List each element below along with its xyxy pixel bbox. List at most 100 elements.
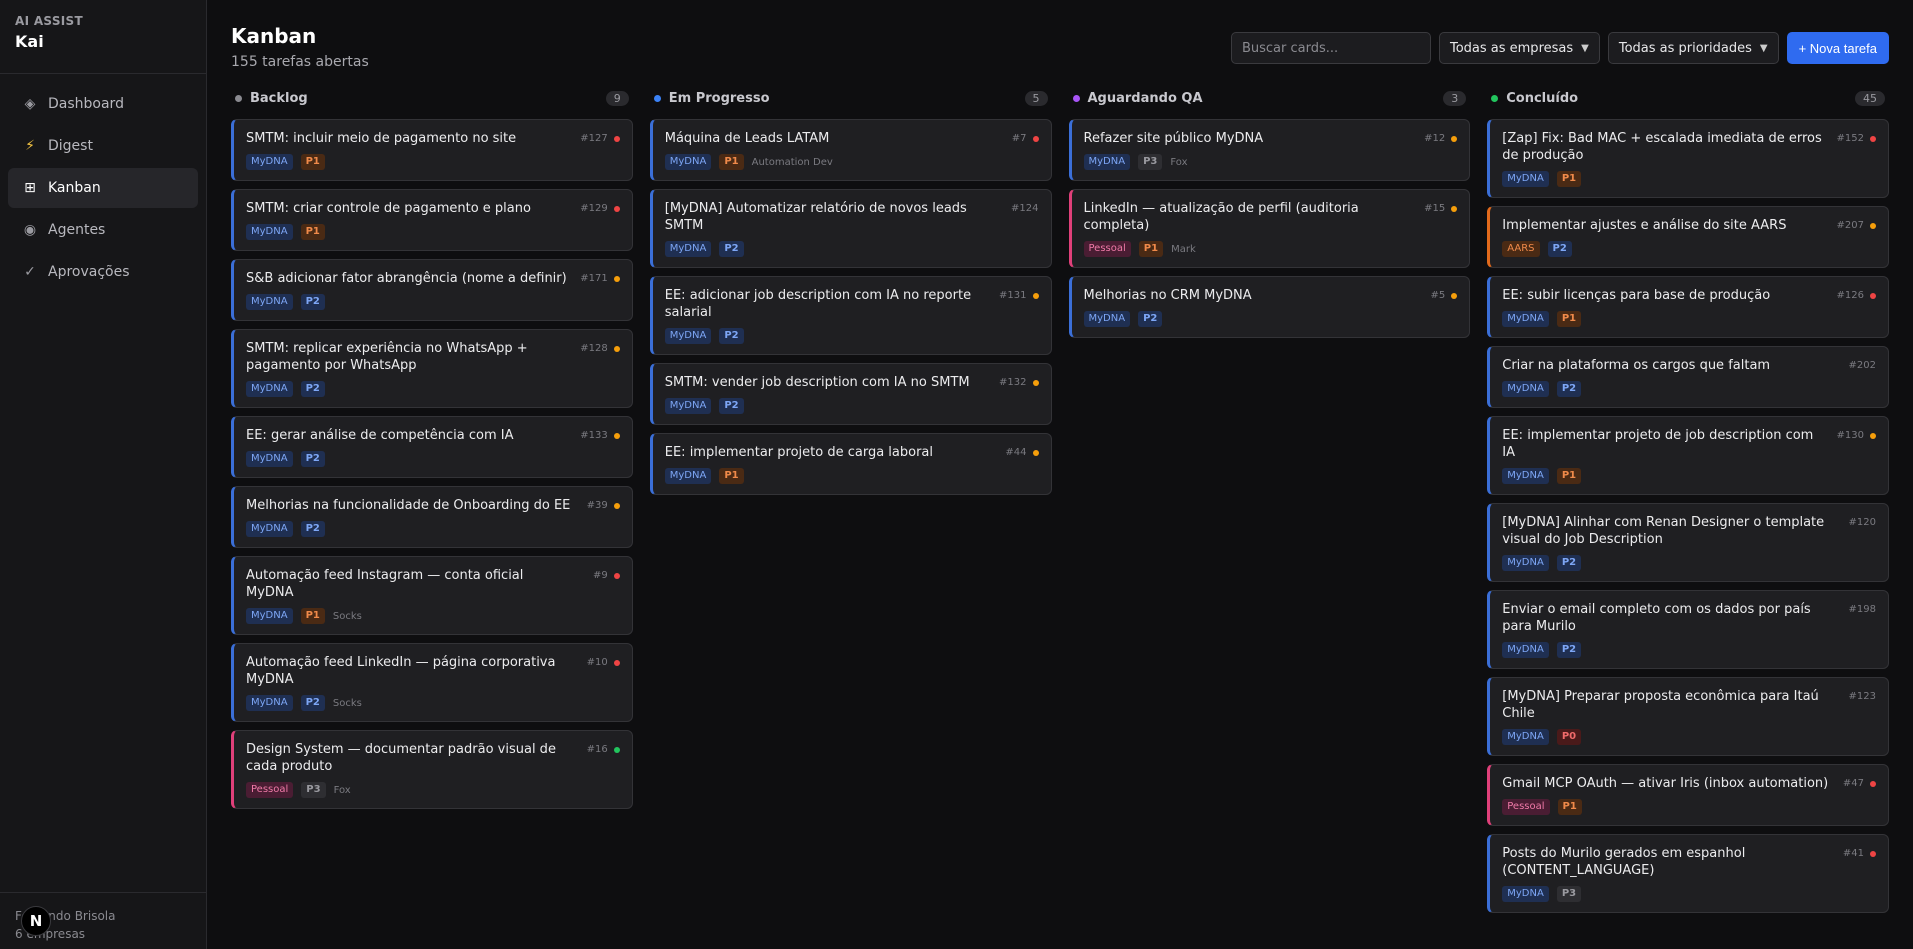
n-badge-icon[interactable]: N [21, 906, 51, 936]
card-id: #15 [1424, 203, 1446, 214]
column-count-badge: 3 [1443, 90, 1467, 106]
task-card[interactable]: [MyDNA] Alinhar com Renan Designer o tem… [1487, 503, 1889, 582]
brand-name: Kai [15, 32, 44, 51]
card-meta: #133 [580, 430, 620, 441]
task-card[interactable]: Criar na plataforma os cargos que faltam… [1487, 346, 1889, 408]
task-card[interactable]: Melhorias na funcionalidade de Onboardin… [231, 486, 633, 548]
card-meta: #39 [587, 500, 620, 511]
card-id: #198 [1848, 604, 1876, 615]
sidebar: AI ASSIST Kai ◈ Dashboard ⚡ Digest ⊞ Kanban ◉ A… [0, 0, 207, 949]
company-tag: MyDNA [664, 398, 712, 414]
priority-tag: P2 [1556, 642, 1582, 658]
company-filter-select[interactable]: Todas as empresas ▼ [1438, 32, 1600, 64]
priority-tag: P2 [1547, 241, 1572, 257]
card-title: LinkedIn — atualização de perfil (audito… [1083, 201, 1359, 233]
sidebar-item-digest[interactable]: ⚡ Digest [8, 126, 198, 166]
company-filter-value: Todas as empresas [1449, 40, 1574, 56]
card-meta: #5 [1431, 290, 1458, 301]
priority-tag: P1 [300, 154, 325, 170]
card-title: [Zap] Fix: Bad MAC + escalada imediata d… [1502, 131, 1822, 163]
task-card[interactable]: S&B adicionar fator abrangência (nome a … [231, 259, 633, 321]
task-card[interactable]: Implementar ajustes e análise do site AA… [1487, 206, 1889, 268]
priority-tag: P2 [300, 381, 325, 397]
column-title: Concluído [1506, 90, 1579, 106]
task-card[interactable]: SMTM: vender job description com IA no S… [649, 363, 1052, 425]
priority-dot-icon [613, 205, 620, 212]
task-card[interactable]: SMTM: criar controle de pagamento e plan… [231, 189, 633, 251]
priority-dot-icon [1870, 780, 1876, 787]
card-meta: #152 [1837, 133, 1876, 144]
sidebar-item-label: Kanban [48, 180, 101, 196]
task-card[interactable]: [MyDNA] Automatizar relatório de novos l… [649, 189, 1052, 268]
task-card[interactable]: Design System — documentar padrão visual… [231, 730, 633, 809]
company-tag: Pessoal [246, 782, 294, 798]
card-id: #127 [580, 133, 608, 144]
card-tags: MyDNA P2 [664, 398, 1039, 414]
column-count-badge: 9 [605, 90, 629, 106]
card-id: #5 [1430, 290, 1446, 301]
company-tag: MyDNA [1502, 886, 1549, 902]
new-task-button[interactable]: + Nova tarefa [1786, 32, 1889, 64]
sidebar-item-aprovações[interactable]: ✓ Aprovações [8, 252, 198, 292]
task-card[interactable]: EE: gerar análise de competência com IA #… [231, 416, 633, 478]
priority-tag: P1 [1138, 241, 1164, 257]
task-card[interactable]: LinkedIn — atualização de perfil (audito… [1068, 189, 1471, 268]
task-card[interactable]: EE: implementar projeto de job descripti… [1487, 416, 1889, 495]
task-card[interactable]: Melhorias no CRM MyDNA #5 MyDNA P2 [1068, 276, 1471, 338]
sidebar-item-kanban[interactable]: ⊞ Kanban [8, 168, 198, 208]
column-count-badge: 45 [1855, 90, 1885, 106]
priority-dot-icon [1870, 135, 1876, 142]
card-id: #129 [580, 203, 608, 214]
task-card[interactable]: [MyDNA] Preparar proposta econômica para… [1487, 677, 1889, 756]
task-card[interactable]: EE: subir licenças para base de produção… [1487, 276, 1889, 338]
card-title: EE: implementar projeto de job descripti… [1502, 428, 1814, 460]
priority-dot-icon [613, 135, 620, 142]
priority-dot-icon [1032, 379, 1039, 386]
priority-filter-select[interactable]: Todas as prioridades ▼ [1607, 32, 1779, 64]
kanban-column: Em Progresso 5 Máquina de Leads LATAM #7 MyD… [649, 87, 1052, 921]
sidebar-item-dashboard[interactable]: ◈ Dashboard [8, 84, 198, 124]
task-card[interactable]: EE: adicionar job description com IA no … [649, 276, 1052, 355]
card-meta: #123 [1849, 691, 1876, 702]
sidebar-item-label: Dashboard [48, 96, 124, 112]
company-tag: MyDNA [1502, 729, 1549, 745]
task-card[interactable]: Gmail MCP OAuth — ativar Iris (inbox aut… [1487, 764, 1889, 826]
task-card[interactable]: Máquina de Leads LATAM #7 MyDNA P1 Automatio… [649, 119, 1052, 181]
card-meta: #127 [580, 133, 620, 144]
card-meta: #129 [580, 203, 620, 214]
task-card[interactable]: [Zap] Fix: Bad MAC + escalada imediata d… [1487, 119, 1889, 198]
company-tag: MyDNA [246, 381, 293, 397]
priority-tag: P1 [1556, 468, 1582, 484]
card-meta: #16 [587, 744, 620, 755]
priority-dot-icon [1870, 432, 1876, 439]
sidebar-item-label: Agentes [48, 222, 106, 238]
company-tag: MyDNA [1502, 171, 1549, 187]
card-id: #16 [586, 744, 608, 755]
task-card[interactable]: Automação feed LinkedIn — página corpora… [231, 643, 633, 722]
card-title: Máquina de Leads LATAM [664, 131, 830, 146]
task-card[interactable]: SMTM: incluir meio de pagamento no site #… [231, 119, 633, 181]
company-tag: MyDNA [1502, 555, 1549, 571]
task-card[interactable]: Enviar o email completo com os dados por… [1487, 590, 1889, 669]
company-tag: MyDNA [664, 328, 712, 344]
card-tags: MyDNA P1 Socks [246, 608, 620, 624]
sidebar-item-agentes[interactable]: ◉ Agentes [8, 210, 198, 250]
column-title: Backlog [250, 90, 308, 106]
card-meta: #15 [1424, 203, 1458, 214]
card-tags: MyDNA P2 [246, 381, 620, 397]
card-id: #12 [1424, 133, 1446, 144]
sidebar-nav: ◈ Dashboard ⚡ Digest ⊞ Kanban ◉ Agentes ✓ Aprovaç… [0, 74, 206, 304]
task-card[interactable]: SMTM: replicar experiência no WhatsApp +… [231, 329, 633, 408]
task-card[interactable]: Refazer site público MyDNA #12 MyDNA P3 Fox [1068, 119, 1471, 181]
card-meta: #198 [1849, 604, 1876, 615]
card-meta: #10 [587, 657, 620, 668]
task-card[interactable]: EE: implementar projeto de carga laboral… [649, 433, 1052, 495]
card-tags: MyDNA P2 [246, 294, 620, 310]
task-card[interactable]: Automação feed Instagram — conta oficial… [231, 556, 633, 635]
search-input[interactable] [1230, 32, 1431, 64]
task-card[interactable]: Posts do Murilo gerados em espanhol (CON… [1487, 834, 1889, 913]
sidebar-item-label: Aprovações [48, 264, 130, 280]
card-tags: MyDNA P2 [1502, 381, 1876, 397]
company-tag: MyDNA [1502, 311, 1549, 327]
company-tag: MyDNA [1083, 154, 1131, 170]
